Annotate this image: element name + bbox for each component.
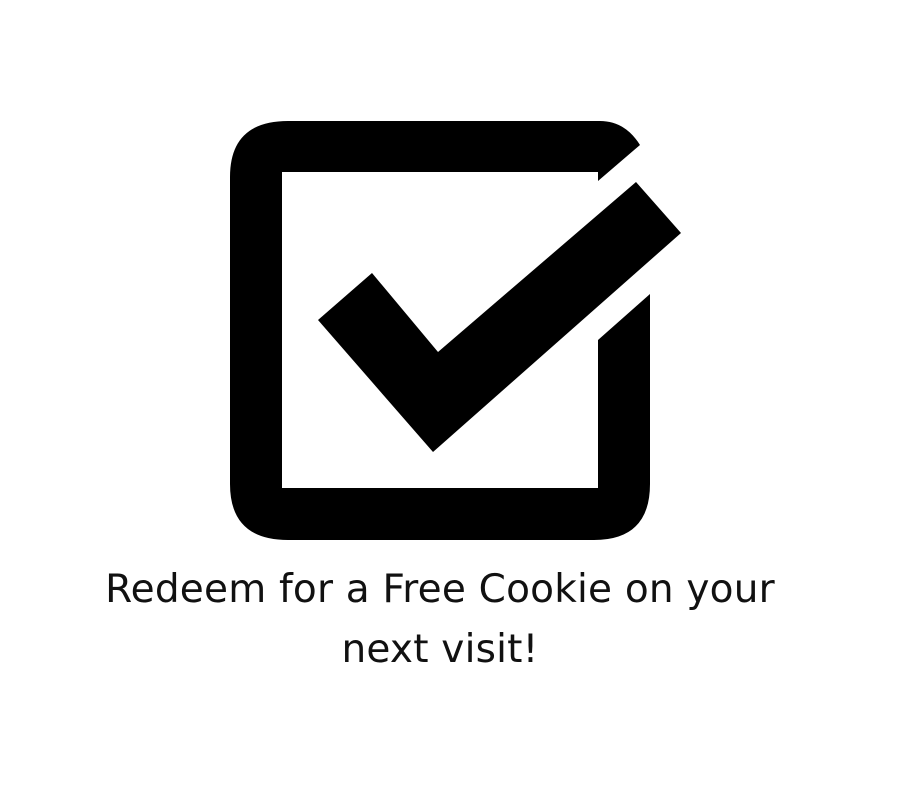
checkbox-frame (230, 121, 650, 540)
redeem-message: Redeem for a Free Cookie on your next vi… (105, 567, 775, 672)
coupon-page: Redeem for a Free Cookie on your next vi… (0, 0, 900, 790)
